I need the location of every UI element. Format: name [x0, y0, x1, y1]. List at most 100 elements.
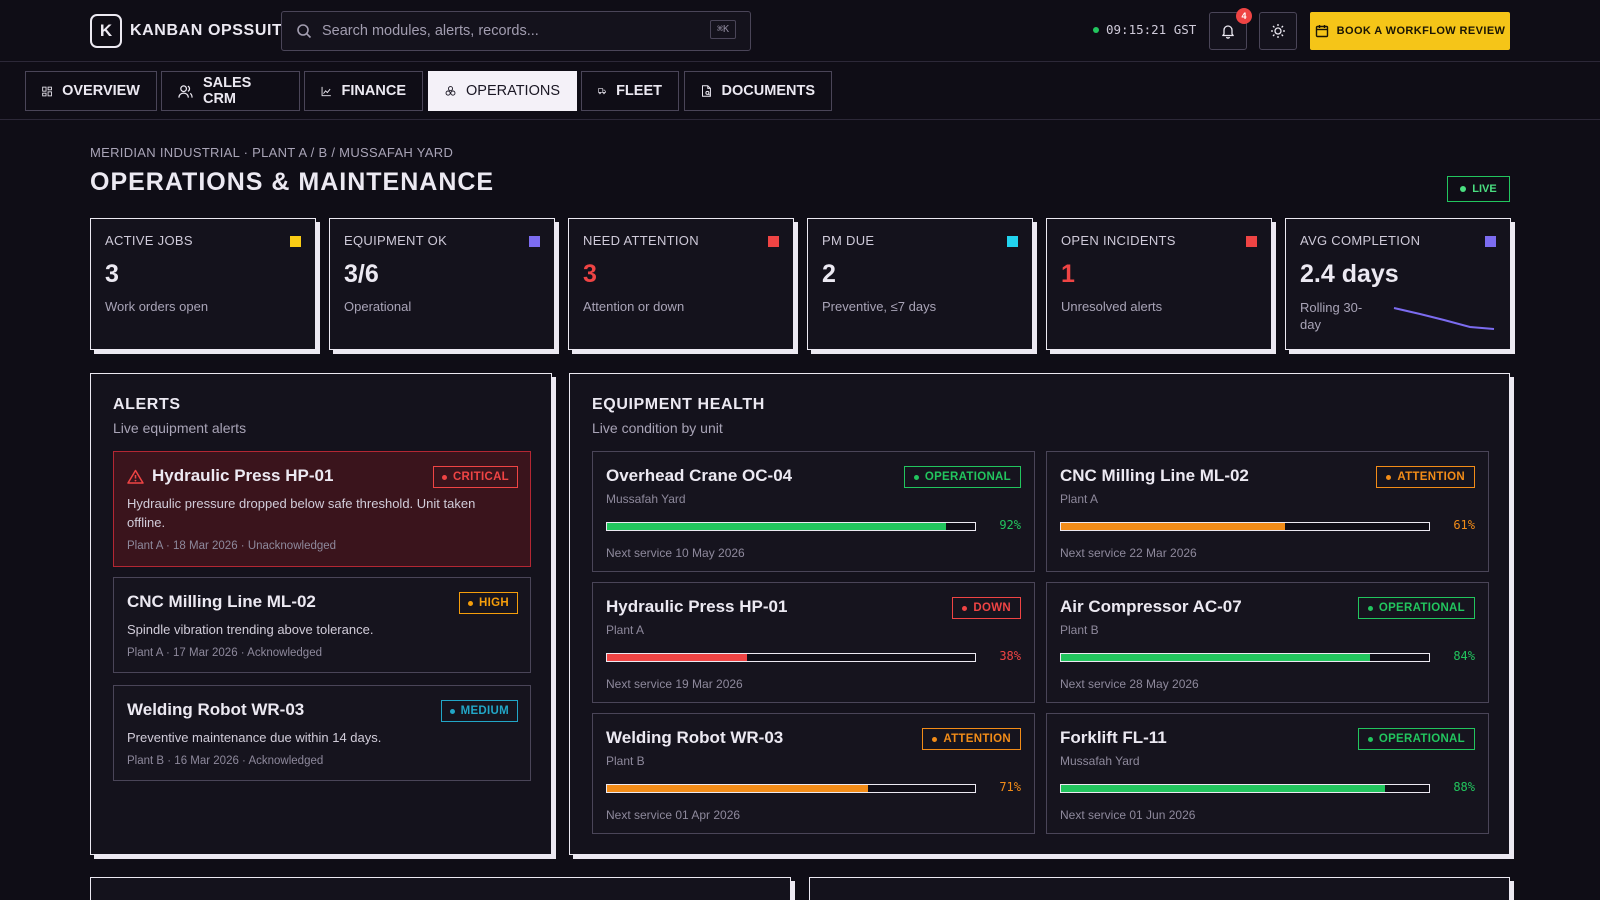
cta-label: BOOK A WORKFLOW REVIEW	[1336, 25, 1506, 37]
severity-dot	[441, 474, 447, 480]
app-name: KANBAN OPSSUITE	[130, 22, 294, 39]
equipment-card[interactable]: Forklift FL-11 Mussafah Yard OPERATIONAL…	[1046, 713, 1489, 834]
alert-description: Preventive maintenance due within 14 day…	[127, 730, 382, 745]
tab-sales-crm[interactable]: SALES CRM	[161, 71, 300, 111]
next-service: Next service 22 Mar 2026	[1060, 546, 1197, 560]
kpi-value: 3	[105, 260, 119, 288]
status-dot	[1367, 736, 1373, 742]
status-badge: OPERATIONAL	[1357, 597, 1475, 619]
warning-triangle-icon	[127, 469, 144, 484]
kpi-open-incidents[interactable]: OPEN INCIDENTS 1 Unresolved alerts	[1046, 218, 1272, 350]
kpi-active-jobs[interactable]: ACTIVE JOBS 3 Work orders open	[90, 218, 316, 350]
live-dot	[1460, 186, 1467, 192]
equipment-card[interactable]: CNC Milling Line ML-02 Plant A ATTENTION…	[1046, 451, 1489, 572]
notifications-button[interactable]: 4	[1209, 8, 1252, 50]
tab-operations[interactable]: OPERATIONS	[428, 71, 577, 111]
panel-title: EQUIPMENT HEALTH	[592, 396, 765, 413]
equipment-location: Plant A	[1060, 492, 1099, 506]
tab-finance[interactable]: FINANCE	[304, 71, 423, 111]
next-service: Next service 01 Apr 2026	[606, 808, 741, 822]
kpi-pm-due[interactable]: PM DUE 2 Preventive, ≤7 days	[807, 218, 1033, 350]
search-icon	[297, 24, 312, 39]
alert-item-medium[interactable]: Welding Robot WR-03 MEDIUM Preventive ma…	[113, 685, 531, 781]
users-icon	[178, 84, 193, 98]
grid-icon	[42, 86, 52, 96]
clock-time: 09:15:21 GST	[1106, 22, 1197, 37]
tab-label: OVERVIEW	[62, 83, 140, 99]
clock: 09:15:21 GST	[1093, 22, 1196, 37]
tab-overview[interactable]: OVERVIEW	[25, 71, 157, 111]
health-bar-fill	[607, 785, 869, 792]
kpi-color-marker	[768, 236, 779, 247]
status-dot	[1367, 605, 1373, 611]
tab-label: OPERATIONS	[466, 83, 560, 99]
kpi-equipment-ok[interactable]: EQUIPMENT OK 3/6 Operational	[329, 218, 555, 350]
kpi-caption: Work orders open	[105, 299, 209, 314]
health-bar	[606, 522, 976, 531]
health-bar-fill	[607, 654, 747, 661]
tab-documents[interactable]: DOCUMENTS	[684, 71, 832, 111]
tab-label: DOCUMENTS	[721, 83, 815, 99]
tab-label: FINANCE	[341, 83, 406, 99]
alerts-panel: ALERTS Live equipment alerts Hydraulic P…	[90, 373, 552, 855]
kpi-color-marker	[1246, 236, 1257, 247]
kpi-caption: Rolling 30-day	[1300, 300, 1363, 332]
equipment-card[interactable]: Welding Robot WR-03 Plant B ATTENTION 71…	[592, 713, 1035, 834]
equipment-health-panel: EQUIPMENT HEALTH Live condition by unit …	[569, 373, 1510, 855]
equipment-location: Mussafah Yard	[1060, 754, 1140, 768]
status-dot	[962, 605, 968, 611]
alert-meta: Plant B · 16 Mar 2026 · Acknowledged	[127, 755, 324, 767]
document-icon	[702, 85, 711, 97]
severity-dot	[449, 708, 455, 714]
lower-panel-right	[809, 877, 1510, 900]
search-input[interactable]	[322, 23, 682, 39]
panel-subtitle: Live condition by unit	[592, 420, 723, 436]
equipment-location: Plant B	[606, 754, 645, 768]
health-bar	[1060, 653, 1430, 662]
health-percent: 88%	[1453, 780, 1475, 794]
alert-item-critical[interactable]: Hydraulic Press HP-01 CRITICAL Hydraulic…	[113, 451, 531, 567]
kpi-value: 3/6	[344, 260, 379, 288]
book-workflow-review-button[interactable]: BOOK A WORKFLOW REVIEW	[1310, 12, 1510, 50]
alert-item-high[interactable]: CNC Milling Line ML-02 HIGH Spindle vibr…	[113, 577, 531, 673]
alert-description: Hydraulic pressure dropped below safe th…	[127, 496, 476, 530]
tab-label: SALES CRM	[202, 75, 252, 107]
tab-label: FLEET	[616, 83, 662, 99]
kpi-color-marker	[290, 236, 301, 247]
kpi-caption: Operational	[344, 299, 412, 314]
alert-title-text: CNC Milling Line ML-02	[127, 592, 316, 611]
kpi-label: NEED ATTENTION	[583, 233, 699, 248]
status-dot	[932, 736, 938, 742]
status-label: ATTENTION	[943, 733, 1011, 745]
alert-title-text: Welding Robot WR-03	[127, 700, 305, 719]
search-shortcut: ⌘K	[709, 20, 736, 39]
health-percent: 84%	[1453, 649, 1475, 663]
health-bar	[606, 784, 976, 793]
calendar-icon	[1315, 25, 1328, 38]
status-label: OPERATIONAL	[1378, 733, 1465, 745]
theme-toggle-button[interactable]	[1259, 12, 1297, 50]
equipment-card[interactable]: Air Compressor AC-07 Plant B OPERATIONAL…	[1046, 582, 1489, 703]
equipment-card[interactable]: Hydraulic Press HP-01 Plant A DOWN 38% N…	[592, 582, 1035, 703]
status-dot	[1386, 474, 1392, 480]
health-bar-fill	[1061, 785, 1385, 792]
kpi-caption: Preventive, ≤7 days	[822, 299, 937, 314]
health-bar-fill	[1061, 523, 1286, 530]
health-percent: 61%	[1453, 518, 1475, 532]
sun-icon	[1271, 24, 1285, 38]
alert-description: Spindle vibration trending above toleran…	[127, 622, 374, 637]
kpi-label: EQUIPMENT OK	[344, 233, 448, 248]
tab-fleet[interactable]: FLEET	[581, 71, 679, 111]
app-logo[interactable]: K KANBAN OPSSUITE	[90, 14, 294, 48]
lower-panel-left	[90, 877, 791, 900]
kpi-color-marker	[1485, 236, 1496, 247]
alert-title-text: Hydraulic Press HP-01	[152, 466, 334, 485]
completion-sparkline	[1393, 307, 1495, 330]
kpi-need-attention[interactable]: NEED ATTENTION 3 Attention or down	[568, 218, 794, 350]
severity-label: MEDIUM	[460, 705, 509, 717]
kpi-avg-completion[interactable]: AVG COMPLETION 2.4 days Rolling 30-day	[1285, 218, 1511, 350]
page-title: OPERATIONS & MAINTENANCE	[90, 168, 495, 196]
equipment-card[interactable]: Overhead Crane OC-04 Mussafah Yard OPERA…	[592, 451, 1035, 572]
search-bar[interactable]: ⌘K	[281, 11, 751, 51]
severity-badge: MEDIUM	[440, 700, 518, 722]
